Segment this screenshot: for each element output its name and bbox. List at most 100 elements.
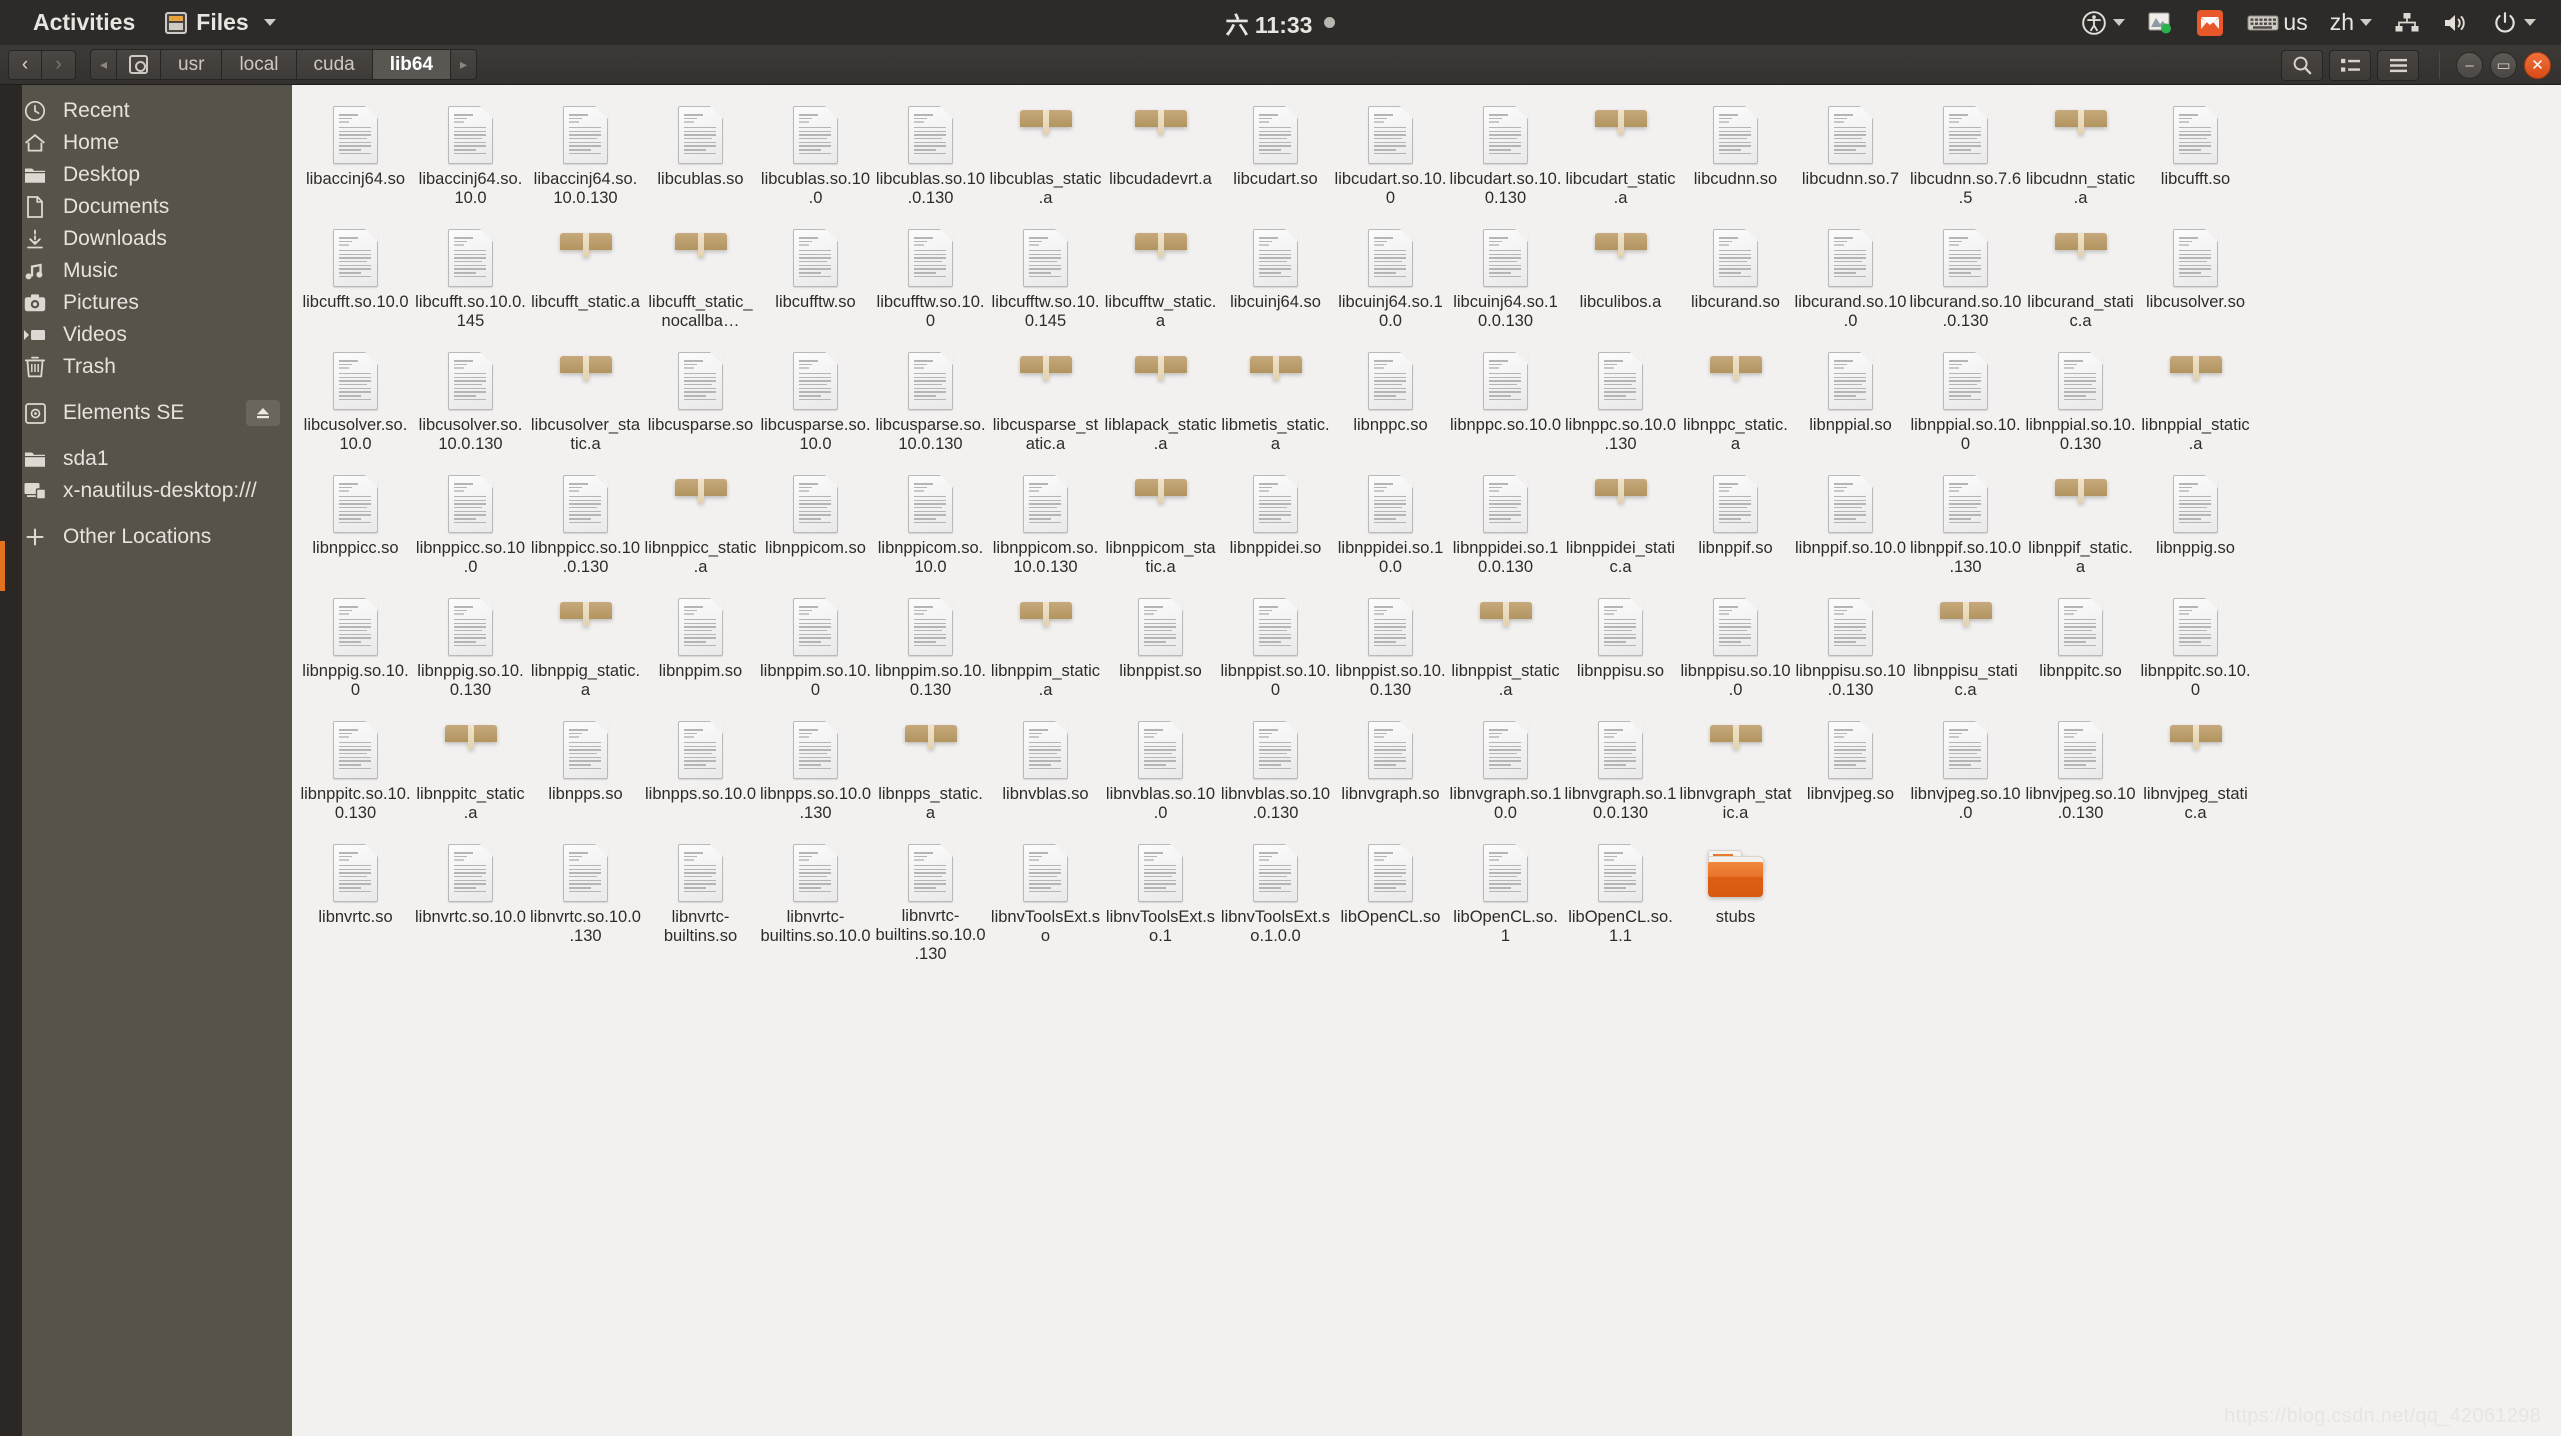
sidebar-item-downloads[interactable]: Downloads <box>0 223 292 255</box>
file-item[interactable]: libnppial.so.10.0 <box>1908 343 2023 466</box>
sidebar-item-other-locations[interactable]: Other Locations <box>0 521 292 553</box>
file-item[interactable]: libnppicc_static.a <box>643 466 758 589</box>
file-item[interactable]: libnppidei_static.a <box>1563 466 1678 589</box>
file-item[interactable]: libnppc.so.10.0 <box>1448 343 1563 466</box>
file-item[interactable]: libnppim_static.a <box>988 589 1103 712</box>
file-item[interactable]: libnpps.so.10.0.130 <box>758 712 873 835</box>
file-item[interactable]: libcudnn.so <box>1678 97 1793 220</box>
file-item[interactable]: libcufft.so.10.0 <box>298 220 413 343</box>
file-item[interactable]: libcufftw.so.10.0.145 <box>988 220 1103 343</box>
sidebar-item-home[interactable]: Home <box>0 127 292 159</box>
minimize-button[interactable]: – <box>2456 51 2483 79</box>
file-item[interactable]: libcufft_static_nocallba… <box>643 220 758 343</box>
file-item[interactable]: libcuinj64.so.10.0.130 <box>1448 220 1563 343</box>
eject-icon[interactable] <box>246 400 280 426</box>
file-item[interactable]: libnppial.so.10.0.130 <box>2023 343 2138 466</box>
breadcrumb-item-usr[interactable]: usr <box>161 49 223 80</box>
file-item[interactable]: libcufft.so <box>2138 97 2253 220</box>
breadcrumb-item-local[interactable]: local <box>222 49 297 80</box>
file-item[interactable]: libcublas.so <box>643 97 758 220</box>
file-item[interactable]: libnppidei.so.10.0 <box>1333 466 1448 589</box>
sidebar-item-elements-se[interactable]: Elements SE <box>0 397 292 429</box>
file-item[interactable]: libnvjpeg.so.10.0 <box>1908 712 2023 835</box>
file-item[interactable]: libnppial_static.a <box>2138 343 2253 466</box>
file-item[interactable]: libnvrtc.so.10.0 <box>413 835 528 958</box>
close-button[interactable]: ✕ <box>2524 51 2551 79</box>
file-item[interactable]: libnvblas.so.10.0.130 <box>1218 712 1333 835</box>
file-item[interactable]: libnppidei.so.10.0.130 <box>1448 466 1563 589</box>
sidebar-item-x-nautilus-desktop[interactable]: x-nautilus-desktop:/// <box>0 475 292 507</box>
file-item[interactable]: libnppicc.so <box>298 466 413 589</box>
file-item[interactable]: libcurand.so.10.0.130 <box>1908 220 2023 343</box>
file-item[interactable]: libnvrtc-builtins.so <box>643 835 758 958</box>
file-item[interactable]: libmetis_static.a <box>1218 343 1333 466</box>
file-item[interactable]: libnvToolsExt.so.1 <box>1103 835 1218 958</box>
file-item[interactable]: libnpps.so.10.0 <box>643 712 758 835</box>
file-item[interactable]: libnvToolsExt.so.1.0.0 <box>1218 835 1333 958</box>
view-toggle-button[interactable] <box>2329 49 2371 81</box>
file-item[interactable]: libnvgraph.so <box>1333 712 1448 835</box>
input-method-indicator[interactable]: zh <box>2319 0 2383 45</box>
file-item[interactable]: libcudart_static.a <box>1563 97 1678 220</box>
clock-button[interactable]: 六 11:33 <box>1226 6 1336 40</box>
file-item[interactable]: libcusparse.so <box>643 343 758 466</box>
file-item[interactable]: libnppim.so.10.0 <box>758 589 873 712</box>
accessibility-icon[interactable] <box>2070 0 2136 45</box>
file-item[interactable]: libnpps_static.a <box>873 712 988 835</box>
sidebar-item-music[interactable]: Music <box>0 255 292 287</box>
sidebar-item-documents[interactable]: Documents <box>0 191 292 223</box>
file-item[interactable]: libnppc.so.10.0.130 <box>1563 343 1678 466</box>
file-item[interactable]: libnppicc.so.10.0 <box>413 466 528 589</box>
menu-button[interactable] <box>2377 49 2419 81</box>
file-item[interactable]: libnppidei.so <box>1218 466 1333 589</box>
network-icon[interactable] <box>2383 0 2431 45</box>
file-item[interactable]: libcudnn.so.7.6.5 <box>1908 97 2023 220</box>
folder-item[interactable]: stubs <box>1678 835 1793 958</box>
file-item[interactable]: libnvjpeg_static.a <box>2138 712 2253 835</box>
file-item[interactable]: libnvjpeg.so <box>1793 712 1908 835</box>
sidebar-item-desktop[interactable]: Desktop <box>0 159 292 191</box>
file-item[interactable]: libnvrtc-builtins.so.10.0.130 <box>873 835 988 963</box>
file-item[interactable]: libaccinj64.so.10.0.130 <box>528 97 643 220</box>
file-item[interactable]: libnppig.so.10.0 <box>298 589 413 712</box>
file-item[interactable]: liblapack_static.a <box>1103 343 1218 466</box>
file-item[interactable]: libnppig_static.a <box>528 589 643 712</box>
file-item[interactable]: libcublas.so.10.0 <box>758 97 873 220</box>
file-item[interactable]: libnppisu.so.10.0.130 <box>1793 589 1908 712</box>
file-item[interactable]: libcudadevrt.a <box>1103 97 1218 220</box>
back-button[interactable]: ‹ <box>8 49 42 80</box>
sidebar-item-sda1[interactable]: sda1 <box>0 443 292 475</box>
file-item[interactable]: libcusolver.so.10.0.130 <box>413 343 528 466</box>
file-item[interactable]: libcusparse.so.10.0 <box>758 343 873 466</box>
activities-button[interactable]: Activities <box>18 0 150 45</box>
file-item[interactable]: libnppitc_static.a <box>413 712 528 835</box>
file-item[interactable]: libcusolver_static.a <box>528 343 643 466</box>
file-item[interactable]: libnppif.so <box>1678 466 1793 589</box>
file-list-view[interactable]: libaccinj64.so libaccinj64.so.10.0 libacci… <box>292 85 2561 1436</box>
file-item[interactable]: libnppicom.so.10.0 <box>873 466 988 589</box>
file-item[interactable]: libnppist_static.a <box>1448 589 1563 712</box>
file-item[interactable]: libcusolver.so <box>2138 220 2253 343</box>
file-item[interactable]: libnppicom.so.10.0.130 <box>988 466 1103 589</box>
sidebar-item-trash[interactable]: Trash <box>0 351 292 383</box>
file-item[interactable]: libcufftw.so <box>758 220 873 343</box>
file-item[interactable]: libcusparse_static.a <box>988 343 1103 466</box>
keyboard-layout-indicator[interactable]: us <box>2236 0 2318 45</box>
file-item[interactable]: libOpenCL.so <box>1333 835 1448 958</box>
file-item[interactable]: libnppim.so.10.0.130 <box>873 589 988 712</box>
file-item[interactable]: libcufft.so.10.0.145 <box>413 220 528 343</box>
file-item[interactable]: libnvgraph_static.a <box>1678 712 1793 835</box>
file-item[interactable]: libaccinj64.so.10.0 <box>413 97 528 220</box>
file-item[interactable]: libcusparse.so.10.0.130 <box>873 343 988 466</box>
sidebar-item-recent[interactable]: Recent <box>0 95 292 127</box>
file-item[interactable]: libnvrtc.so.10.0.130 <box>528 835 643 958</box>
file-item[interactable]: libnppist.so.10.0.130 <box>1333 589 1448 712</box>
file-item[interactable]: libcudart.so.10.0.130 <box>1448 97 1563 220</box>
mail-icon[interactable] <box>2184 0 2236 45</box>
volume-icon[interactable] <box>2431 0 2481 45</box>
file-item[interactable]: libnpps.so <box>528 712 643 835</box>
display-icon[interactable] <box>2136 0 2184 45</box>
file-item[interactable]: libnppisu.so.10.0 <box>1678 589 1793 712</box>
file-item[interactable]: libcufftw_static.a <box>1103 220 1218 343</box>
file-item[interactable]: libnppisu.so <box>1563 589 1678 712</box>
